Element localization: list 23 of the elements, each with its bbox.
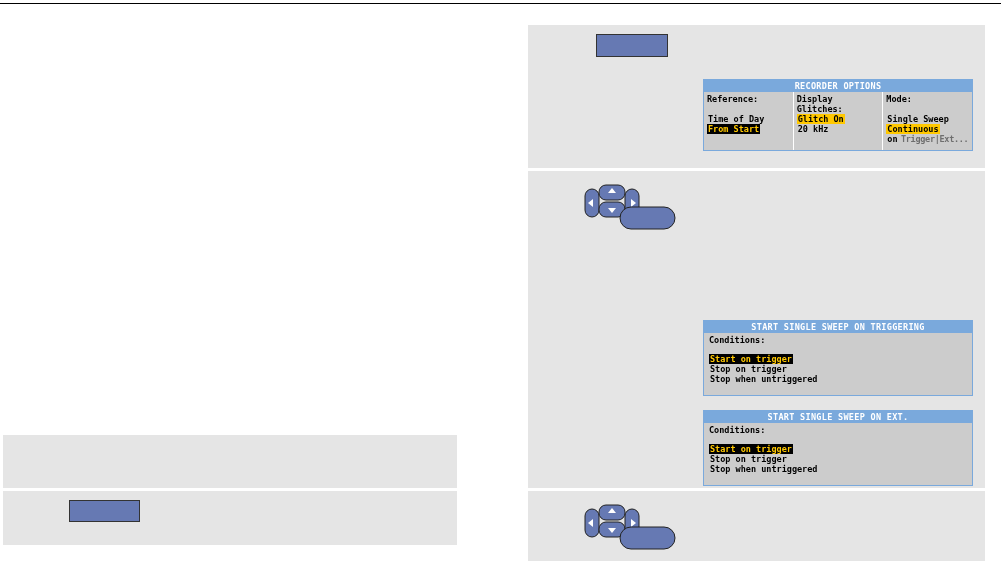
condition-option[interactable]: Stop when untriggered [709, 464, 819, 474]
option[interactable]: on Trigger|Ext... [886, 134, 970, 144]
dialog-title: RECORDER OPTIONS [704, 80, 972, 92]
option[interactable]: Glitch On [796, 114, 845, 124]
condition-option[interactable]: Stop on trigger [709, 364, 788, 374]
conditions-heading: Conditions: [709, 425, 767, 435]
conditions-heading: Conditions: [709, 335, 767, 345]
option[interactable]: Single Sweep [886, 114, 950, 124]
option[interactable]: Continuous [886, 124, 940, 134]
key-icon [596, 34, 668, 57]
column-heading: Reference: [707, 94, 760, 106]
key-icon [69, 500, 140, 522]
option[interactable]: 20 kHz [796, 124, 830, 134]
condition-option[interactable]: Stop on trigger [709, 454, 788, 464]
dialog-title: START SINGLE SWEEP ON TRIGGERING [704, 321, 972, 333]
dialog-title: START SINGLE SWEEP ON EXT. [704, 411, 972, 423]
condition-option[interactable]: Start on trigger [709, 354, 793, 364]
option[interactable]: From Start [707, 124, 761, 134]
condition-option[interactable]: Stop when untriggered [709, 374, 819, 384]
column-heading: Mode: [886, 94, 913, 106]
column-heading: Display Glitches: [796, 94, 844, 114]
condition-option[interactable]: Start on trigger [709, 444, 793, 454]
option[interactable]: Time of Day [707, 114, 766, 124]
